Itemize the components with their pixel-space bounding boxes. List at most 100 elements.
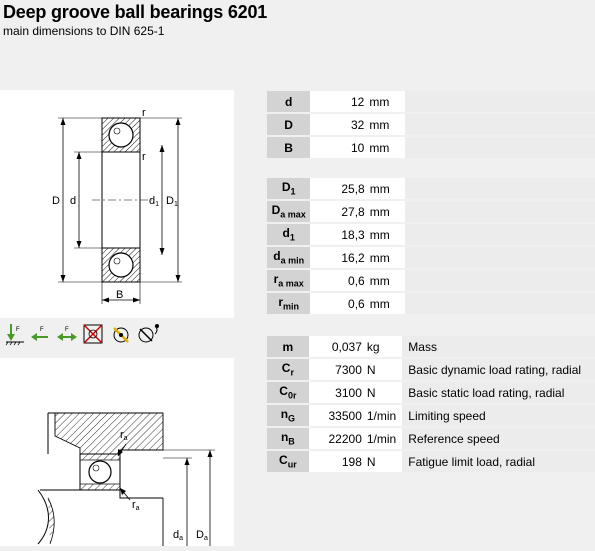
main-dimensions-table: d 12 mm D 32 mm B 10 mm [267, 89, 595, 160]
symbol-subscript: 1 [289, 232, 295, 243]
symbol-cell: nG [267, 405, 309, 426]
unit-cell: mm [367, 178, 406, 199]
axial-load-icon: F [31, 327, 48, 341]
label-r-mid: r [142, 151, 146, 163]
symbol-subscript: 1 [290, 186, 296, 197]
symbol-cell: d [267, 91, 311, 112]
description-cell [405, 91, 595, 112]
description-cell [405, 201, 595, 222]
symbol-cell: m [267, 336, 309, 357]
table-row: Da max 27,8 mm [267, 201, 595, 222]
symbol-subscript: a min [280, 255, 305, 266]
table-row: D 32 mm [267, 114, 595, 135]
unit-cell: mm [367, 114, 405, 135]
symbol: D [281, 180, 291, 195]
svg-text:F: F [16, 327, 20, 333]
misalignment-icon [83, 324, 103, 344]
value-cell: 10 [310, 137, 368, 158]
label-r-top: r [142, 107, 146, 119]
page-subtitle: main dimensions to DIN 625-1 [3, 24, 165, 38]
symbol-cell: Da max [267, 201, 311, 222]
value-cell: 18,3 [310, 224, 368, 245]
description-cell [405, 293, 595, 314]
symbol: d [282, 226, 290, 241]
value-cell: 32 [310, 114, 368, 135]
unit-cell: mm [367, 293, 406, 314]
description-cell [405, 114, 595, 135]
symbol-subscript: r [290, 367, 294, 378]
radial-load-icon: F [5, 324, 24, 346]
table-row: nB 22200 1/min Reference speed [267, 428, 595, 449]
unit-cell: N [364, 382, 403, 403]
symbol: C [279, 453, 288, 468]
value-cell: 3100 [308, 382, 365, 403]
symbol: D [284, 117, 293, 132]
description-cell: Basic dynamic load rating, radial [402, 359, 595, 380]
unit-cell: N [364, 451, 403, 472]
label-ra-bottom: ra [132, 499, 140, 512]
description-cell [405, 178, 595, 199]
table-row: D1 25,8 mm [267, 178, 595, 199]
symbol: n [280, 407, 289, 422]
table-row: da min 16,2 mm [267, 247, 595, 268]
value-cell: 7300 [308, 359, 365, 380]
symbol-cell: D1 [267, 178, 311, 199]
unit-cell: 1/min [364, 428, 403, 449]
value-cell: 16,2 [310, 247, 368, 268]
unit-cell: mm [367, 247, 406, 268]
unit-cell: mm [367, 137, 405, 158]
description-cell [405, 247, 595, 268]
value-cell: 33500 [308, 405, 365, 426]
high-speed-icon [113, 327, 129, 343]
value-cell: 27,8 [310, 201, 368, 222]
abutment-dimensions-table: D1 25,8 mm Da max 27,8 mm d1 18,3 mm da min 16,2 mm… [267, 176, 595, 316]
value-cell: 198 [308, 451, 365, 472]
symbol-cell: d1 [267, 224, 311, 245]
table-row: Cr 7300 N Basic dynamic load rating, radial [267, 359, 595, 380]
symbol-cell: rmin [267, 293, 311, 314]
symbol-cell: D [267, 114, 311, 135]
label-d1: d1 [149, 195, 159, 208]
value-cell: 12 [310, 91, 368, 112]
value-cell: 0,037 [308, 336, 365, 357]
label-da: da [173, 529, 183, 542]
symbol-cell: B [267, 137, 311, 158]
description-cell: Reference speed [402, 428, 595, 449]
value-cell: 25,8 [310, 178, 368, 199]
unit-cell: mm [367, 201, 406, 222]
unit-cell: 1/min [364, 405, 403, 426]
unit-cell: mm [367, 270, 406, 291]
label-D1: D1 [166, 195, 178, 208]
symbol-subscript: a max [278, 278, 304, 289]
unit-cell: mm [367, 91, 405, 112]
description-cell [405, 270, 595, 291]
table-row: C0r 3100 N Basic static load rating, radial [267, 382, 595, 403]
symbol: d [284, 94, 293, 109]
symbol: B [284, 140, 293, 155]
label-D: D [52, 195, 60, 207]
symbol-subscript: a max [280, 209, 306, 220]
symbol-subscript: min [283, 301, 300, 312]
label-d: d [70, 195, 76, 207]
table-row: nG 33500 1/min Limiting speed [267, 405, 595, 426]
symbol-cell: nB [267, 428, 309, 449]
symbol-cell: ra max [267, 270, 311, 291]
table-row: m 0,037 kg Mass [267, 336, 595, 357]
symbol-subscript: B [288, 436, 295, 447]
value-cell: 0,6 [310, 293, 368, 314]
description-cell: Fatigue limit load, radial [402, 451, 595, 472]
symbol-cell: C0r [267, 382, 309, 403]
table-row: rmin 0,6 mm [267, 293, 595, 314]
description-cell: Mass [402, 336, 595, 357]
unit-cell: kg [364, 336, 403, 357]
symbol: D [271, 203, 281, 218]
page-title: Deep groove ball bearings 6201 [3, 2, 268, 22]
symbol-cell: Cur [267, 451, 309, 472]
mounting-dimensions-drawing: ra ra da Da [0, 358, 234, 546]
value-cell: 0,6 [310, 270, 368, 291]
table-row: ra max 0,6 mm [267, 270, 595, 291]
bearing-section-drawing: r r D d d1 D1 B [0, 90, 234, 318]
symbol: C [279, 384, 288, 399]
description-cell: Basic static load rating, radial [402, 382, 595, 403]
table-row: B 10 mm [267, 137, 595, 158]
